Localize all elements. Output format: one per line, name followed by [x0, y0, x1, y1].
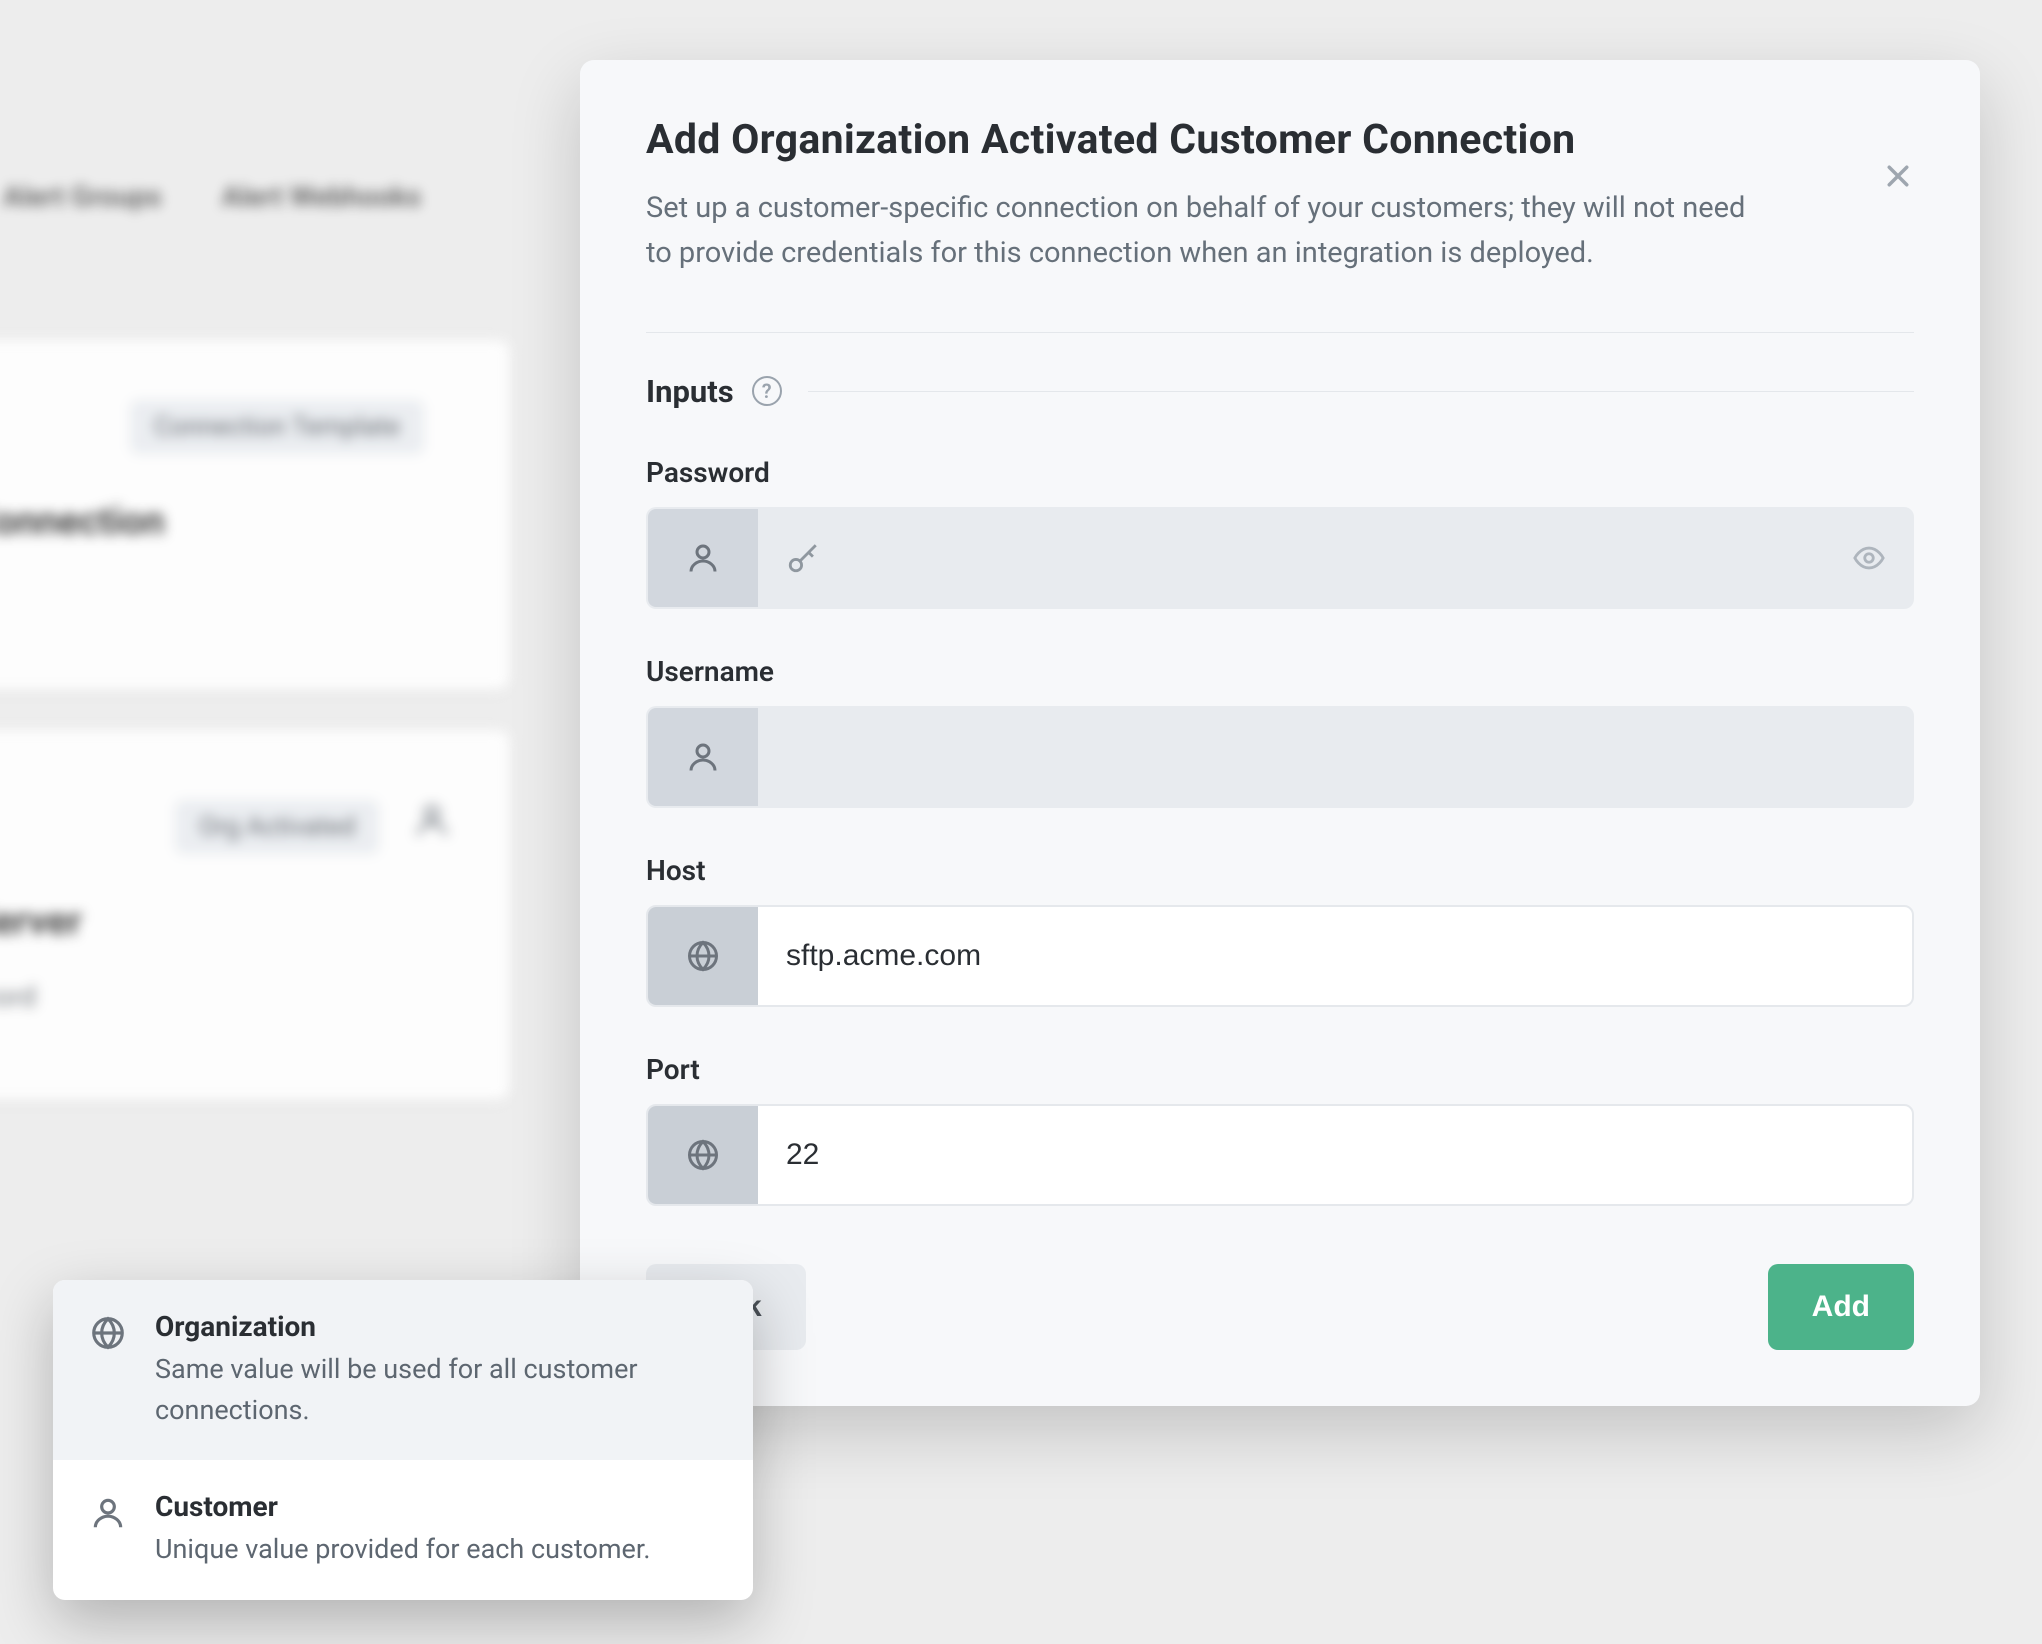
close-button[interactable]	[1878, 156, 1918, 196]
port-label: Port	[646, 1053, 1914, 1086]
scope-option-customer[interactable]: Customer Unique value provided for each …	[53, 1460, 753, 1600]
bg-chip: Connection Template	[130, 400, 424, 454]
bg-tab: Alert Groups	[3, 180, 162, 213]
eye-icon[interactable]	[1852, 541, 1886, 575]
scope-prefix-button[interactable]	[648, 708, 758, 806]
help-icon[interactable]: ?	[752, 376, 782, 406]
scope-prefix-button[interactable]	[648, 907, 758, 1005]
scope-prefix-button[interactable]	[648, 509, 758, 607]
password-label: Password	[646, 456, 1914, 489]
port-input[interactable]	[786, 1138, 1884, 1172]
globe-icon	[685, 1137, 721, 1173]
close-icon	[1883, 161, 1913, 191]
scope-option-title: Customer	[155, 1490, 717, 1523]
globe-icon	[685, 938, 721, 974]
password-input[interactable]	[836, 541, 1884, 575]
scope-option-organization[interactable]: Organization Same value will be used for…	[53, 1280, 753, 1460]
host-label: Host	[646, 854, 1914, 887]
person-icon	[685, 540, 721, 576]
globe-icon	[89, 1314, 133, 1352]
person-icon	[89, 1494, 133, 1532]
section-title: Inputs	[646, 373, 734, 410]
bg-chip: Org Activated	[175, 800, 379, 854]
scope-prefix-button[interactable]	[648, 1106, 758, 1204]
username-label: Username	[646, 655, 1914, 688]
person-icon	[685, 739, 721, 775]
username-input-shell[interactable]	[646, 706, 1914, 808]
scope-option-desc: Same value will be used for all customer…	[155, 1349, 717, 1430]
host-input-shell[interactable]	[646, 905, 1914, 1007]
bg-subtext: assword	[0, 980, 36, 1013]
scope-popover: Organization Same value will be used for…	[53, 1280, 753, 1600]
add-button[interactable]: Add	[1768, 1264, 1914, 1350]
section-line	[808, 391, 1914, 392]
person-icon	[412, 800, 452, 840]
key-icon	[786, 541, 820, 575]
scope-option-title: Organization	[155, 1310, 717, 1343]
bg-tab: Alert Webhooks	[222, 180, 422, 213]
username-input[interactable]	[786, 740, 1884, 774]
divider	[646, 332, 1914, 333]
modal-title: Add Organization Activated Customer Conn…	[646, 116, 1914, 164]
bg-title: ce Connection	[0, 500, 165, 544]
scope-option-desc: Unique value provided for each customer.	[155, 1529, 717, 1570]
host-input[interactable]	[786, 939, 1884, 973]
modal-add-connection: Add Organization Activated Customer Conn…	[580, 60, 1980, 1406]
port-input-shell[interactable]	[646, 1104, 1914, 1206]
bg-panel	[0, 730, 510, 1100]
bg-title: Server	[0, 900, 82, 944]
bg-panel	[0, 340, 510, 690]
modal-subtitle: Set up a customer-specific connection on…	[646, 186, 1766, 276]
password-input-shell[interactable]	[646, 507, 1914, 609]
